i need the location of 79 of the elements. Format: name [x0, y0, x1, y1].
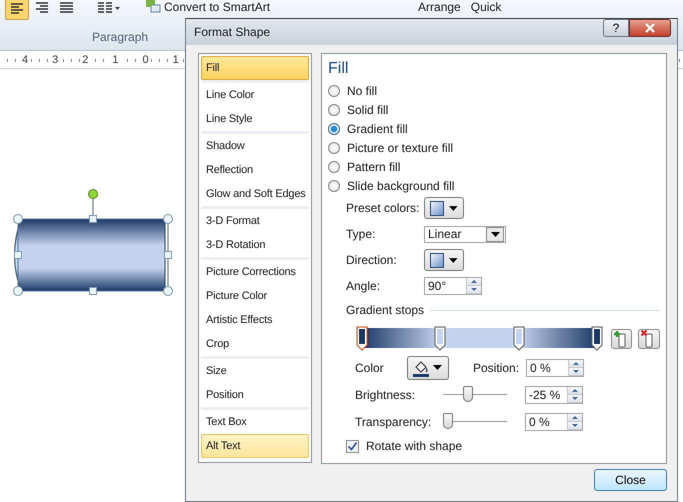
category-item[interactable]: Size [201, 359, 309, 383]
help-button[interactable]: ? [603, 19, 629, 37]
field-label: Direction: [346, 253, 398, 267]
angle-field[interactable]: 90° [424, 277, 482, 295]
fill-radio[interactable]: Pattern fill [328, 157, 660, 176]
caret-icon [449, 206, 458, 210]
radio-button[interactable] [328, 122, 340, 134]
fill-radio[interactable]: Picture or texture fill [328, 138, 660, 157]
align-left-icon[interactable] [5, 0, 29, 20]
remove-stop-button[interactable] [638, 329, 660, 349]
color-dropdown[interactable] [407, 356, 449, 380]
category-item[interactable]: Artistic Effects [201, 308, 309, 332]
radio-button[interactable] [328, 84, 340, 96]
fill-radio[interactable]: No fill [328, 81, 660, 100]
ruler-number: 1 [110, 54, 120, 66]
category-item[interactable]: Reflection [201, 158, 309, 182]
field-label: Preset colors: [346, 201, 420, 215]
fill-radio[interactable]: Slide background fill [328, 176, 660, 195]
paint-bucket-icon [412, 358, 430, 376]
close-icon [644, 23, 656, 33]
add-stop-button[interactable] [610, 329, 632, 349]
category-item[interactable]: Picture Color [201, 284, 309, 308]
gradient-bar[interactable] [356, 326, 603, 352]
category-item[interactable]: Glow and Soft Edges [201, 182, 309, 206]
ruler-number: 0 [140, 54, 151, 66]
direction-dropdown[interactable] [424, 249, 464, 271]
category-item[interactable]: Position [201, 383, 309, 407]
ruler-number: 2 [80, 54, 90, 66]
field-label: Brightness: [355, 388, 416, 402]
radio-button[interactable] [328, 104, 340, 116]
caret-icon [433, 365, 442, 370]
category-item[interactable]: Text Box [201, 410, 309, 434]
brightness-field[interactable]: -25 % [525, 386, 583, 404]
field-label: Type: [346, 227, 376, 241]
fill-radio[interactable]: Solid fill [328, 100, 660, 119]
dialog-title: Format Shape [194, 25, 272, 39]
section-heading: Fill [328, 60, 350, 78]
gradient-stop-handle[interactable] [356, 326, 368, 352]
type-dropdown[interactable]: Linear [424, 226, 506, 242]
fill-radio[interactable]: Gradient fill [328, 119, 660, 138]
category-item[interactable]: Alt Text [201, 434, 309, 458]
group-label: Paragraph [92, 30, 148, 44]
category-item[interactable]: 3-D Rotation [201, 233, 309, 257]
close-window-button[interactable] [629, 19, 671, 37]
field-label: Angle: [346, 279, 382, 293]
field-label: Position: [473, 360, 520, 374]
convert-to-smartart-button[interactable]: Convert to SmartArt [164, 0, 270, 14]
category-item[interactable]: Crop [201, 332, 309, 356]
preset-colors-dropdown[interactable] [424, 197, 464, 219]
radio-button[interactable] [328, 142, 340, 154]
category-item[interactable]: Picture Corrections [201, 260, 309, 284]
ruler-number: 1 [170, 54, 181, 66]
category-item[interactable]: Shadow [201, 134, 309, 158]
quick-styles-button[interactable]: Quick [470, 0, 502, 14]
ruler-number: 3 [50, 54, 60, 66]
caret-icon [490, 232, 500, 236]
transparency-slider-thumb[interactable] [443, 412, 453, 428]
field-label: Transparency: [355, 414, 432, 428]
close-button[interactable]: Close [594, 469, 667, 491]
gradient-stop-handle[interactable] [512, 326, 525, 352]
category-item[interactable]: Fill [201, 56, 309, 80]
transparency-field[interactable]: 0 % [525, 412, 583, 430]
section-label: Gradient stops [346, 303, 424, 317]
smartart-icon[interactable] [145, 0, 161, 14]
category-item[interactable]: Line Color [201, 83, 309, 107]
brightness-slider-thumb[interactable] [462, 386, 473, 402]
field-label: Color [355, 360, 385, 374]
category-item[interactable]: 3-D Format [201, 209, 309, 233]
arrange-button[interactable]: Arrange [418, 0, 461, 14]
checkbox-label: Rotate with shape [366, 439, 462, 453]
radio-button[interactable] [328, 180, 340, 192]
position-field[interactable]: 0 % [526, 358, 584, 376]
ruler-number: 4 [20, 54, 30, 66]
radio-button[interactable] [328, 160, 340, 172]
checkbox[interactable] [346, 440, 359, 452]
gradient-stop-handle[interactable] [590, 326, 603, 352]
category-item[interactable]: Line Style [201, 107, 309, 131]
caret-icon [449, 258, 458, 262]
gradient-stop-handle[interactable] [434, 326, 446, 352]
